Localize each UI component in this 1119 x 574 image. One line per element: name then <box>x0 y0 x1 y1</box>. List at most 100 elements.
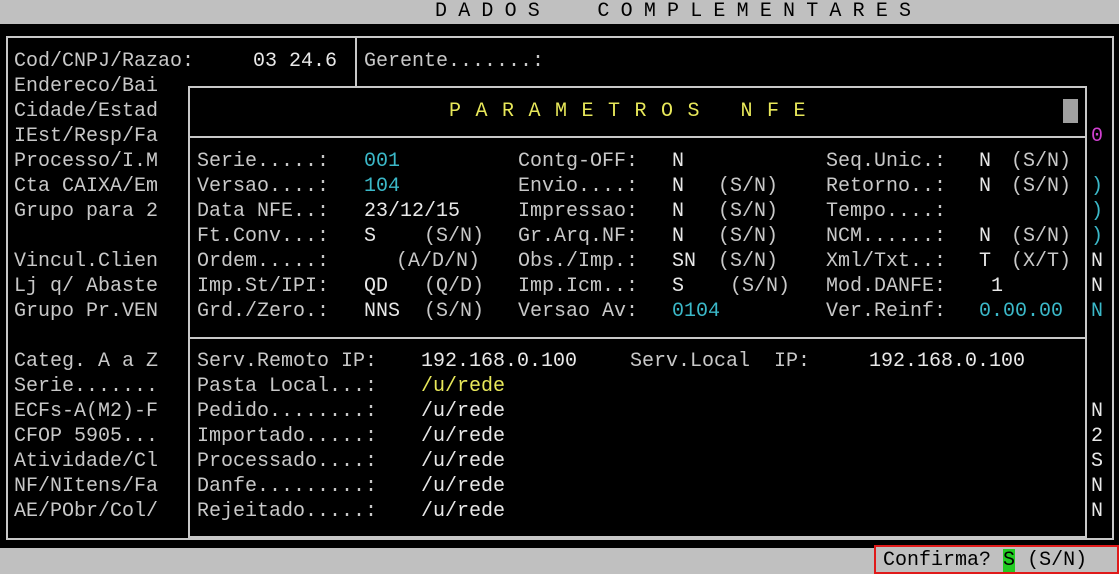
param-value-field[interactable]: 104 <box>364 174 400 199</box>
background-field-value: N <box>1091 500 1104 523</box>
path-input[interactable]: /u/rede <box>421 474 505 499</box>
param-value-field[interactable]: S <box>672 274 684 299</box>
param-hint: (S/N) <box>1011 150 1072 173</box>
param-hint: (S/N) <box>1011 175 1072 198</box>
param-value-field[interactable]: 001 <box>364 149 400 174</box>
param-hint: (Q/D) <box>424 275 485 298</box>
param-value-field[interactable]: SN <box>672 249 696 274</box>
path-input[interactable]: /u/rede <box>421 449 505 474</box>
path-input[interactable]: /u/rede <box>421 399 505 424</box>
background-field-label: Atividade/Cl <box>14 450 159 473</box>
serv-remoto-ip-field[interactable]: 192.168.0.100 <box>421 349 577 374</box>
param-hint: (S/N) <box>1011 225 1072 248</box>
param-label: NCM......: <box>826 225 947 248</box>
param-value-field[interactable]: 0.00.00 <box>979 299 1063 324</box>
serv-remoto-label: Serv.Remoto IP: <box>197 350 378 373</box>
background-form-divider <box>355 37 357 87</box>
screen-title: DADOS COMPLEMENTARES <box>435 0 923 23</box>
background-field-label: Categ. A a Z <box>14 350 159 373</box>
background-field-value: ) <box>1091 200 1104 223</box>
param-value-field[interactable]: S <box>364 224 376 249</box>
param-value-field[interactable]: 0104 <box>672 299 720 324</box>
background-field-label: Endereco/Bai <box>14 75 159 98</box>
path-label: Danfe.........: <box>197 475 378 498</box>
background-field-label: Grupo Pr.VEN <box>14 300 159 323</box>
param-label: Data NFE..: <box>197 200 330 223</box>
background-field-value: N <box>1091 400 1104 423</box>
param-hint: (S/N) <box>424 225 485 248</box>
popup-section-divider <box>189 337 1086 339</box>
confirm-input[interactable]: S <box>1003 549 1016 572</box>
param-label: Retorno..: <box>826 175 947 198</box>
popup-title: PARAMETROS NFE <box>449 100 821 123</box>
param-label: Ft.Conv...: <box>197 225 330 248</box>
param-hint: (X/T) <box>1011 250 1072 273</box>
background-field-value: 2 <box>1091 425 1104 448</box>
param-value-field[interactable]: N <box>979 224 991 249</box>
background-field-label: Cta CAIXA/Em <box>14 175 159 198</box>
param-label: Serie.....: <box>197 150 330 173</box>
path-label: Rejeitado.....: <box>197 500 378 523</box>
popup-scrollbar-thumb[interactable] <box>1063 99 1078 123</box>
title-bar: DADOS COMPLEMENTARES <box>0 0 1119 24</box>
background-field-label: Vincul.Clien <box>14 250 159 273</box>
popup-title-divider <box>189 136 1086 138</box>
param-label: Tempo....: <box>826 200 947 223</box>
param-value-field[interactable]: N <box>672 174 684 199</box>
path-input[interactable]: /u/rede <box>421 499 505 524</box>
param-label: Ver.Reinf: <box>826 300 947 323</box>
serv-local-label: Serv.Local IP: <box>630 350 811 373</box>
param-hint: (S/N) <box>718 225 779 248</box>
param-hint: (A/D/N) <box>396 250 481 273</box>
background-field-value: ) <box>1091 175 1104 198</box>
background-field-label: Grupo para 2 <box>14 200 159 223</box>
param-hint: (S/N) <box>718 175 779 198</box>
param-label: Imp.Icm..: <box>518 275 639 298</box>
background-field-value: ) <box>1091 225 1104 248</box>
param-value-field[interactable]: 1 <box>979 274 1003 299</box>
background-field-label: ECFs-A(M2)-F <box>14 400 159 423</box>
background-field-value: 0 <box>1091 125 1104 148</box>
param-label: Ordem.....: <box>197 250 330 273</box>
param-label: Gr.Arq.NF: <box>518 225 639 248</box>
cod-label: Cod/CNPJ/Razao: <box>14 50 195 73</box>
param-value-field[interactable]: N <box>672 149 684 174</box>
background-field-label: IEst/Resp/Fa <box>14 125 159 148</box>
param-value-field[interactable]: QD <box>364 274 388 299</box>
path-input[interactable]: /u/rede <box>421 424 505 449</box>
param-value-field[interactable]: T <box>979 249 991 274</box>
param-hint: (S/N) <box>718 275 791 298</box>
param-value-field[interactable]: N <box>979 174 991 199</box>
param-hint: (S/N) <box>424 300 485 323</box>
param-label: Obs./Imp.: <box>518 250 639 273</box>
path-input[interactable]: /u/rede <box>421 374 505 399</box>
param-label: Versao Av: <box>518 300 639 323</box>
path-label: Importado.....: <box>197 425 378 448</box>
serv-local-ip-field[interactable]: 192.168.0.100 <box>869 349 1025 374</box>
param-value-field[interactable]: N <box>672 224 684 249</box>
background-field-label: Lj q/ Abaste <box>14 275 159 298</box>
param-label: Contg-OFF: <box>518 150 639 173</box>
param-value-field[interactable]: N <box>672 199 684 224</box>
param-hint: (S/N) <box>718 250 779 273</box>
path-label: Pedido........: <box>197 400 378 423</box>
path-label: Pasta Local...: <box>197 375 378 398</box>
param-value-field[interactable]: NNS <box>364 299 400 324</box>
background-field-label: Processo/I.M <box>14 150 159 173</box>
param-label: Versao....: <box>197 175 330 198</box>
param-label: Impressao: <box>518 200 639 223</box>
param-value-field[interactable]: N <box>979 149 991 174</box>
background-field-label: Cidade/Estad <box>14 100 159 123</box>
background-field-value: N <box>1091 475 1104 498</box>
cod-value[interactable]: 03 24.6 <box>253 49 337 74</box>
gerente-label: Gerente.......: <box>364 50 545 73</box>
param-value-field[interactable]: 23/12/15 <box>364 199 460 224</box>
confirm-hint: (S/N) <box>1027 549 1088 572</box>
param-label: Mod.DANFE: <box>826 275 947 298</box>
param-label: Imp.St/IPI: <box>197 275 330 298</box>
path-label: Processado....: <box>197 450 378 473</box>
confirm-prompt: Confirma? S (S/N) <box>874 545 1119 574</box>
param-label: Grd./Zero.: <box>197 300 330 323</box>
param-label: Seq.Unic.: <box>826 150 947 173</box>
background-field-value: N <box>1091 250 1104 273</box>
